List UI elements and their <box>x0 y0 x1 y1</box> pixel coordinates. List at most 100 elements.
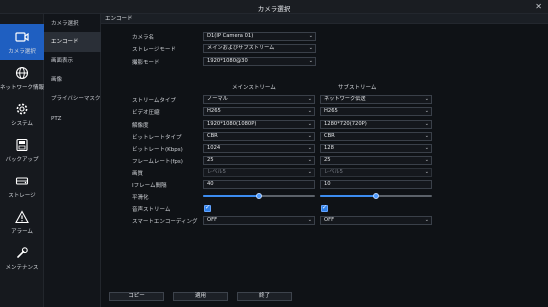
sub-smart-encoding-select[interactable]: OFF ⌄ <box>320 216 432 225</box>
sidebar-item-network[interactable]: ネットワーク情報 <box>0 60 44 96</box>
chevron-down-icon: ⌄ <box>307 217 312 223</box>
chevron-down-icon: ⌄ <box>424 169 429 175</box>
sidebar-item-alarm[interactable]: アラーム <box>0 204 44 240</box>
slider-fill <box>320 195 376 197</box>
bitrate-label: ビットレート(Kbps) <box>132 147 183 153</box>
resolution-label: 解像度 <box>132 123 149 129</box>
submenu-item-image[interactable]: 画像 <box>44 70 101 90</box>
submenu-item-encode[interactable]: エンコード <box>44 32 101 52</box>
main-audio-checkbox[interactable]: ✓ <box>204 204 211 212</box>
storage-mode-select[interactable]: メインおよびサブストリーム ⌄ <box>203 44 316 53</box>
sidebar-item-label: アラーム <box>11 229 33 235</box>
slider-fill <box>203 195 259 197</box>
sidebar-item-label: メンテナンス <box>5 265 39 271</box>
sub-audio-checkbox[interactable]: ✓ <box>321 204 328 212</box>
chevron-down-icon: ⌄ <box>307 169 312 175</box>
chevron-down-icon: ⌄ <box>424 108 429 114</box>
record-mode-select[interactable]: 1920*1080@30 ⌄ <box>203 57 316 66</box>
chevron-down-icon: ⌄ <box>424 96 429 102</box>
wrench-icon <box>17 247 28 258</box>
chevron-down-icon: ⌄ <box>424 145 429 151</box>
chevron-down-icon: ⌄ <box>308 58 313 64</box>
slider-thumb[interactable] <box>256 193 262 199</box>
sub-stream-type-select[interactable]: ネットワーク伝送 ⌄ <box>320 95 432 104</box>
main-bitrate-type-select[interactable]: CBR ⌄ <box>203 132 315 141</box>
close-icon[interactable]: ✕ <box>535 2 542 11</box>
chevron-down-icon: ⌄ <box>307 133 312 139</box>
video-compression-label: ビデオ圧縮 <box>132 110 160 116</box>
sub-bitrate-select[interactable]: 128 ⌄ <box>320 144 432 153</box>
sub-stream-heading: サブストリーム <box>338 85 377 91</box>
audio-stream-label: 音声ストリーム <box>132 207 171 213</box>
stream-type-label: ストリームタイプ <box>132 98 176 104</box>
main-sidebar: カメラ選択 ネットワーク情報 システム バックアップ ストレージ アラーム メン… <box>0 14 44 307</box>
section-title: エンコード <box>101 14 548 24</box>
apply-button[interactable]: 適用 <box>173 292 228 301</box>
submenu-item-privacy-mask[interactable]: プライバシーマスク <box>44 89 101 109</box>
chevron-down-icon: ⌄ <box>308 33 313 39</box>
storage-icon <box>15 177 29 185</box>
sidebar-item-label: カメラ選択 <box>8 49 36 55</box>
submenu-item-display[interactable]: 画面表示 <box>44 51 101 71</box>
sidebar-item-label: バックアップ <box>5 157 39 163</box>
quality-label: 画質 <box>132 171 144 177</box>
sidebar-item-label: ネットワーク情報 <box>0 85 45 91</box>
sidebar-item-maintenance[interactable]: メンテナンス <box>0 240 44 276</box>
exit-button[interactable]: 終了 <box>237 292 292 301</box>
sidebar-item-label: システム <box>11 121 33 127</box>
main-resolution-select[interactable]: 1920*1080(1080P) ⌄ <box>203 120 315 129</box>
title-bar: カメラ選択 ✕ <box>0 0 548 14</box>
sidebar-item-label: ストレージ <box>8 193 36 199</box>
chevron-down-icon: ⌄ <box>307 96 312 102</box>
iframe-interval-label: Iフレーム間隔 <box>132 183 167 189</box>
check-icon: ✓ <box>322 204 328 211</box>
alarm-icon <box>15 210 29 224</box>
check-icon: ✓ <box>205 204 211 211</box>
sub-quality-select[interactable]: レベル5 ⌄ <box>320 168 432 177</box>
sidebar-item-system[interactable]: システム <box>0 96 44 132</box>
main-quality-select[interactable]: レベル5 ⌄ <box>203 168 315 177</box>
main-iframe-interval-input[interactable]: 40 <box>203 180 315 189</box>
main-bitrate-select[interactable]: 1024 ⌄ <box>203 144 315 153</box>
camera-name-select[interactable]: D1(IP Camera 01) ⌄ <box>203 32 316 41</box>
main-stream-heading: メインストリーム <box>232 85 276 91</box>
smart-encoding-label: スマートエンコーディング <box>132 219 198 225</box>
chevron-down-icon: ⌄ <box>424 217 429 223</box>
slider-thumb[interactable] <box>373 193 379 199</box>
main-frame-rate-select[interactable]: 25 ⌄ <box>203 156 315 165</box>
main-video-compression-select[interactable]: H265 ⌄ <box>203 107 315 116</box>
sub-menu: カメラ選択 エンコード 画面表示 画像 プライバシーマスク PTZ <box>44 14 101 307</box>
storage-mode-label: ストレージモード <box>132 47 176 53</box>
main-stream-type-select[interactable]: ノーマル ⌄ <box>203 95 315 104</box>
chevron-down-icon: ⌄ <box>424 133 429 139</box>
record-mode-label: 撮影モード <box>132 60 160 66</box>
chevron-down-icon: ⌄ <box>307 108 312 114</box>
sub-video-compression-select[interactable]: H265 ⌄ <box>320 107 432 116</box>
encode-panel: エンコード カメラ名 D1(IP Camera 01) ⌄ ストレージモード メイ… <box>101 14 548 307</box>
sidebar-item-backup[interactable]: バックアップ <box>0 132 44 168</box>
smoothing-label: 平滑化 <box>132 195 149 201</box>
chevron-down-icon: ⌄ <box>307 157 312 163</box>
main-smart-encoding-select[interactable]: OFF ⌄ <box>203 216 315 225</box>
camera-icon <box>15 32 29 42</box>
chevron-down-icon: ⌄ <box>307 121 312 127</box>
sidebar-item-storage[interactable]: ストレージ <box>0 168 44 204</box>
chevron-down-icon: ⌄ <box>307 145 312 151</box>
sub-bitrate-type-select[interactable]: CBR ⌄ <box>320 132 432 141</box>
sub-smoothing-slider[interactable] <box>320 192 432 201</box>
frame-rate-label: フレームレート(fps) <box>132 159 183 165</box>
window-title: カメラ選択 <box>257 5 291 13</box>
sub-resolution-select[interactable]: 1280*720(720P) ⌄ <box>320 120 432 129</box>
gear-icon <box>16 103 28 115</box>
submenu-item-camera-select[interactable]: カメラ選択 <box>44 14 101 34</box>
backup-icon <box>16 138 28 152</box>
chevron-down-icon: ⌄ <box>424 121 429 127</box>
copy-button[interactable]: コピー <box>109 292 164 301</box>
sub-iframe-interval-input[interactable]: 10 <box>320 180 432 189</box>
main-smoothing-slider[interactable] <box>203 192 315 201</box>
chevron-down-icon: ⌄ <box>424 157 429 163</box>
globe-icon <box>15 66 29 80</box>
sidebar-item-camera[interactable]: カメラ選択 <box>0 24 44 60</box>
sub-frame-rate-select[interactable]: 25 ⌄ <box>320 156 432 165</box>
submenu-item-ptz[interactable]: PTZ <box>44 109 101 129</box>
